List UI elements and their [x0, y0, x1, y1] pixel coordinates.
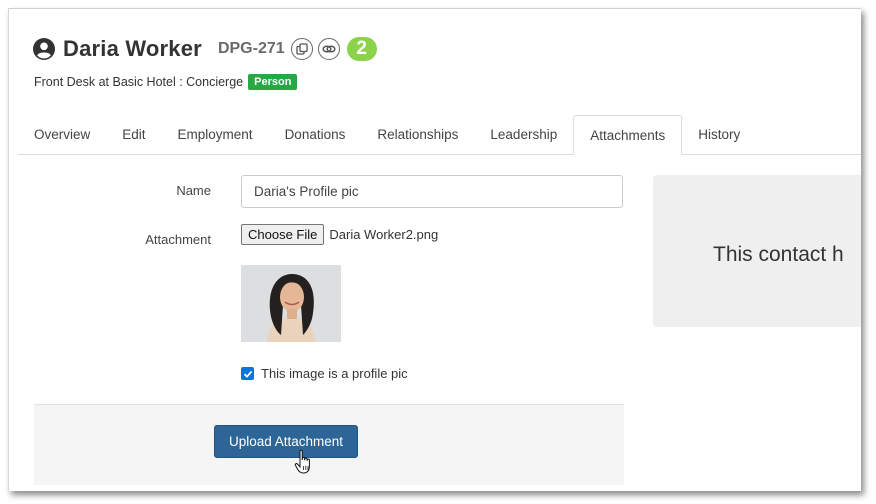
check-icon	[243, 370, 252, 378]
link-button[interactable]	[317, 38, 340, 60]
contact-code: DPG-271	[217, 40, 285, 57]
person-badge: Person	[248, 74, 298, 90]
selected-file-name: Daria Worker2.png	[329, 227, 439, 242]
frame-top-edge	[9, 8, 861, 15]
contact-subtitle: Front Desk at Basic Hotel : Concierge Pe…	[34, 74, 298, 90]
contact-name: Daria Worker	[63, 36, 202, 61]
contact-header: Daria Worker DPG-271 2	[33, 33, 377, 65]
profile-pic-option: This image is a profile pic	[241, 366, 408, 381]
tab-overview[interactable]: Overview	[18, 115, 106, 154]
no-attachments-panel: This contact h	[653, 175, 861, 327]
attachment-preview-image	[241, 265, 341, 342]
window-frame: Daria Worker DPG-271 2 Front Desk at Bas…	[8, 8, 861, 491]
name-input[interactable]	[241, 175, 623, 208]
tab-donations[interactable]: Donations	[269, 115, 362, 154]
tab-leadership[interactable]: Leadership	[474, 115, 573, 154]
file-picker: Choose File Daria Worker2.png	[241, 224, 438, 245]
user-circle-icon	[33, 38, 55, 60]
form-footer: Upload Attachment	[34, 404, 624, 485]
upload-attachment-button[interactable]: Upload Attachment	[214, 425, 358, 458]
count-badge[interactable]: 2	[346, 37, 377, 61]
attachment-label: Attachment	[145, 232, 211, 247]
tab-history[interactable]: History	[682, 115, 756, 154]
link-icon	[322, 45, 336, 53]
tab-bar: Overview Edit Employment Donations Relat…	[18, 115, 861, 155]
tab-relationships[interactable]: Relationships	[361, 115, 474, 154]
job-description: Front Desk at Basic Hotel : Concierge	[34, 75, 244, 89]
info-message: This contact h	[713, 243, 844, 266]
tab-employment[interactable]: Employment	[162, 115, 269, 154]
profile-photo	[241, 265, 341, 342]
tab-attachments[interactable]: Attachments	[573, 115, 683, 155]
copy-button[interactable]	[290, 38, 313, 60]
tab-edit[interactable]: Edit	[106, 115, 161, 154]
name-label: Name	[176, 183, 211, 198]
copy-icon	[296, 43, 308, 55]
hand-cursor-icon	[294, 449, 310, 474]
profile-pic-checkbox-label: This image is a profile pic	[261, 366, 408, 381]
choose-file-button[interactable]: Choose File	[241, 224, 325, 245]
profile-pic-checkbox[interactable]	[241, 367, 254, 380]
